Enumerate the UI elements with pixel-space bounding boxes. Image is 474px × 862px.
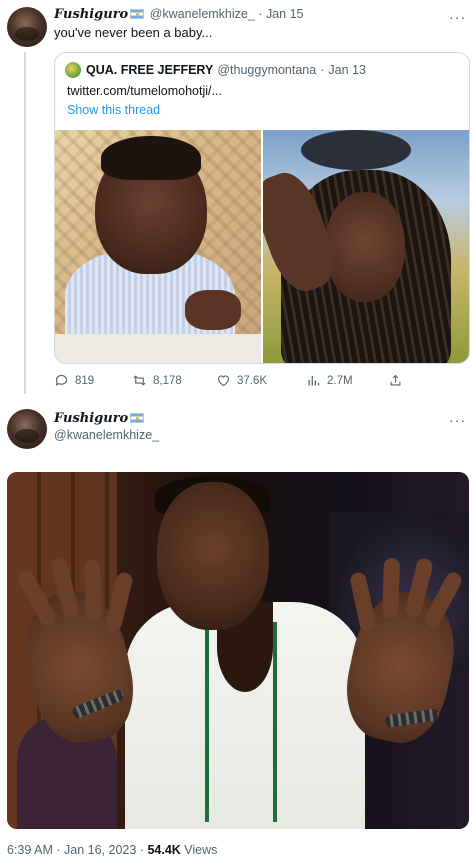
tweet-actions: 819 8,178 37.6K 2.7M (54, 373, 404, 391)
reply-button[interactable]: 819 (54, 373, 94, 388)
quoted-tweet-header: QUA. FREE JEFFERY @thuggymontana · Jan 1… (65, 62, 366, 78)
views-count: 54.4K (147, 843, 181, 857)
quoted-author-avatar (65, 62, 81, 78)
like-count: 37.6K (237, 374, 268, 387)
retweet-count: 8,178 (153, 374, 182, 387)
more-options-icon[interactable]: ··· (449, 412, 466, 428)
woman-selfie-photo[interactable] (263, 130, 469, 363)
thread-connector-line (24, 52, 26, 394)
share-icon (390, 374, 401, 386)
views-button[interactable]: 2.7M (306, 373, 353, 388)
retweet-icon (133, 375, 146, 386)
reply-icon (55, 374, 68, 386)
heart-icon (217, 375, 230, 387)
tweet-time[interactable]: 6:39 AM (7, 843, 53, 857)
quoted-tweet-date: Jan 13 (328, 63, 366, 77)
reply-count: 819 (75, 374, 95, 387)
separator-dot: · (56, 843, 61, 857)
author-name[interactable]: Fushiguro (54, 411, 128, 426)
quoted-photos (55, 130, 469, 363)
separator-dot: · (320, 63, 325, 77)
author-avatar[interactable] (7, 409, 47, 449)
more-options-icon[interactable]: ··· (449, 9, 466, 25)
quoted-author-handle: @thuggymontana (217, 63, 317, 77)
views-label: Views (184, 843, 218, 857)
quoted-tweet-link[interactable]: twitter.com/tumelomohotji/... (67, 84, 222, 98)
separator-dot: · (139, 843, 144, 857)
tweet2-header: Fushiguro (54, 411, 146, 426)
tweet-date[interactable]: Jan 15 (266, 7, 304, 21)
quoted-tweet-card[interactable]: QUA. FREE JEFFERY @thuggymontana · Jan 1… (54, 52, 470, 364)
like-button[interactable]: 37.6K (216, 373, 267, 388)
baby-photo[interactable] (55, 130, 261, 363)
author-handle[interactable]: @kwanelemkhize_ (54, 428, 159, 442)
show-thread-link[interactable]: Show this thread (67, 103, 160, 117)
man-raising-hands-photo[interactable] (7, 472, 469, 829)
tweet1-header: Fushiguro @kwanelemkhize_ · Jan 15 (54, 7, 304, 22)
argentina-flag-icon (130, 413, 145, 423)
tweet-date[interactable]: Jan 16, 2023 (64, 843, 136, 857)
views-count: 2.7M (327, 374, 353, 387)
author-avatar[interactable] (7, 7, 47, 47)
retweet-button[interactable]: 8,178 (132, 373, 182, 388)
separator-dot: · (258, 7, 263, 21)
author-name[interactable]: Fushiguro (54, 7, 128, 22)
author-handle[interactable]: @kwanelemkhize_ (150, 7, 255, 21)
share-button[interactable] (388, 373, 403, 388)
quoted-author-name: QUA. FREE JEFFERY (86, 63, 214, 77)
analytics-icon (308, 376, 320, 386)
tweet-footer: 6:39 AM · Jan 16, 2023 · 54.4K Views (7, 843, 217, 857)
argentina-flag-icon (130, 9, 145, 19)
tweet-text: you've never been a baby... (54, 25, 213, 40)
